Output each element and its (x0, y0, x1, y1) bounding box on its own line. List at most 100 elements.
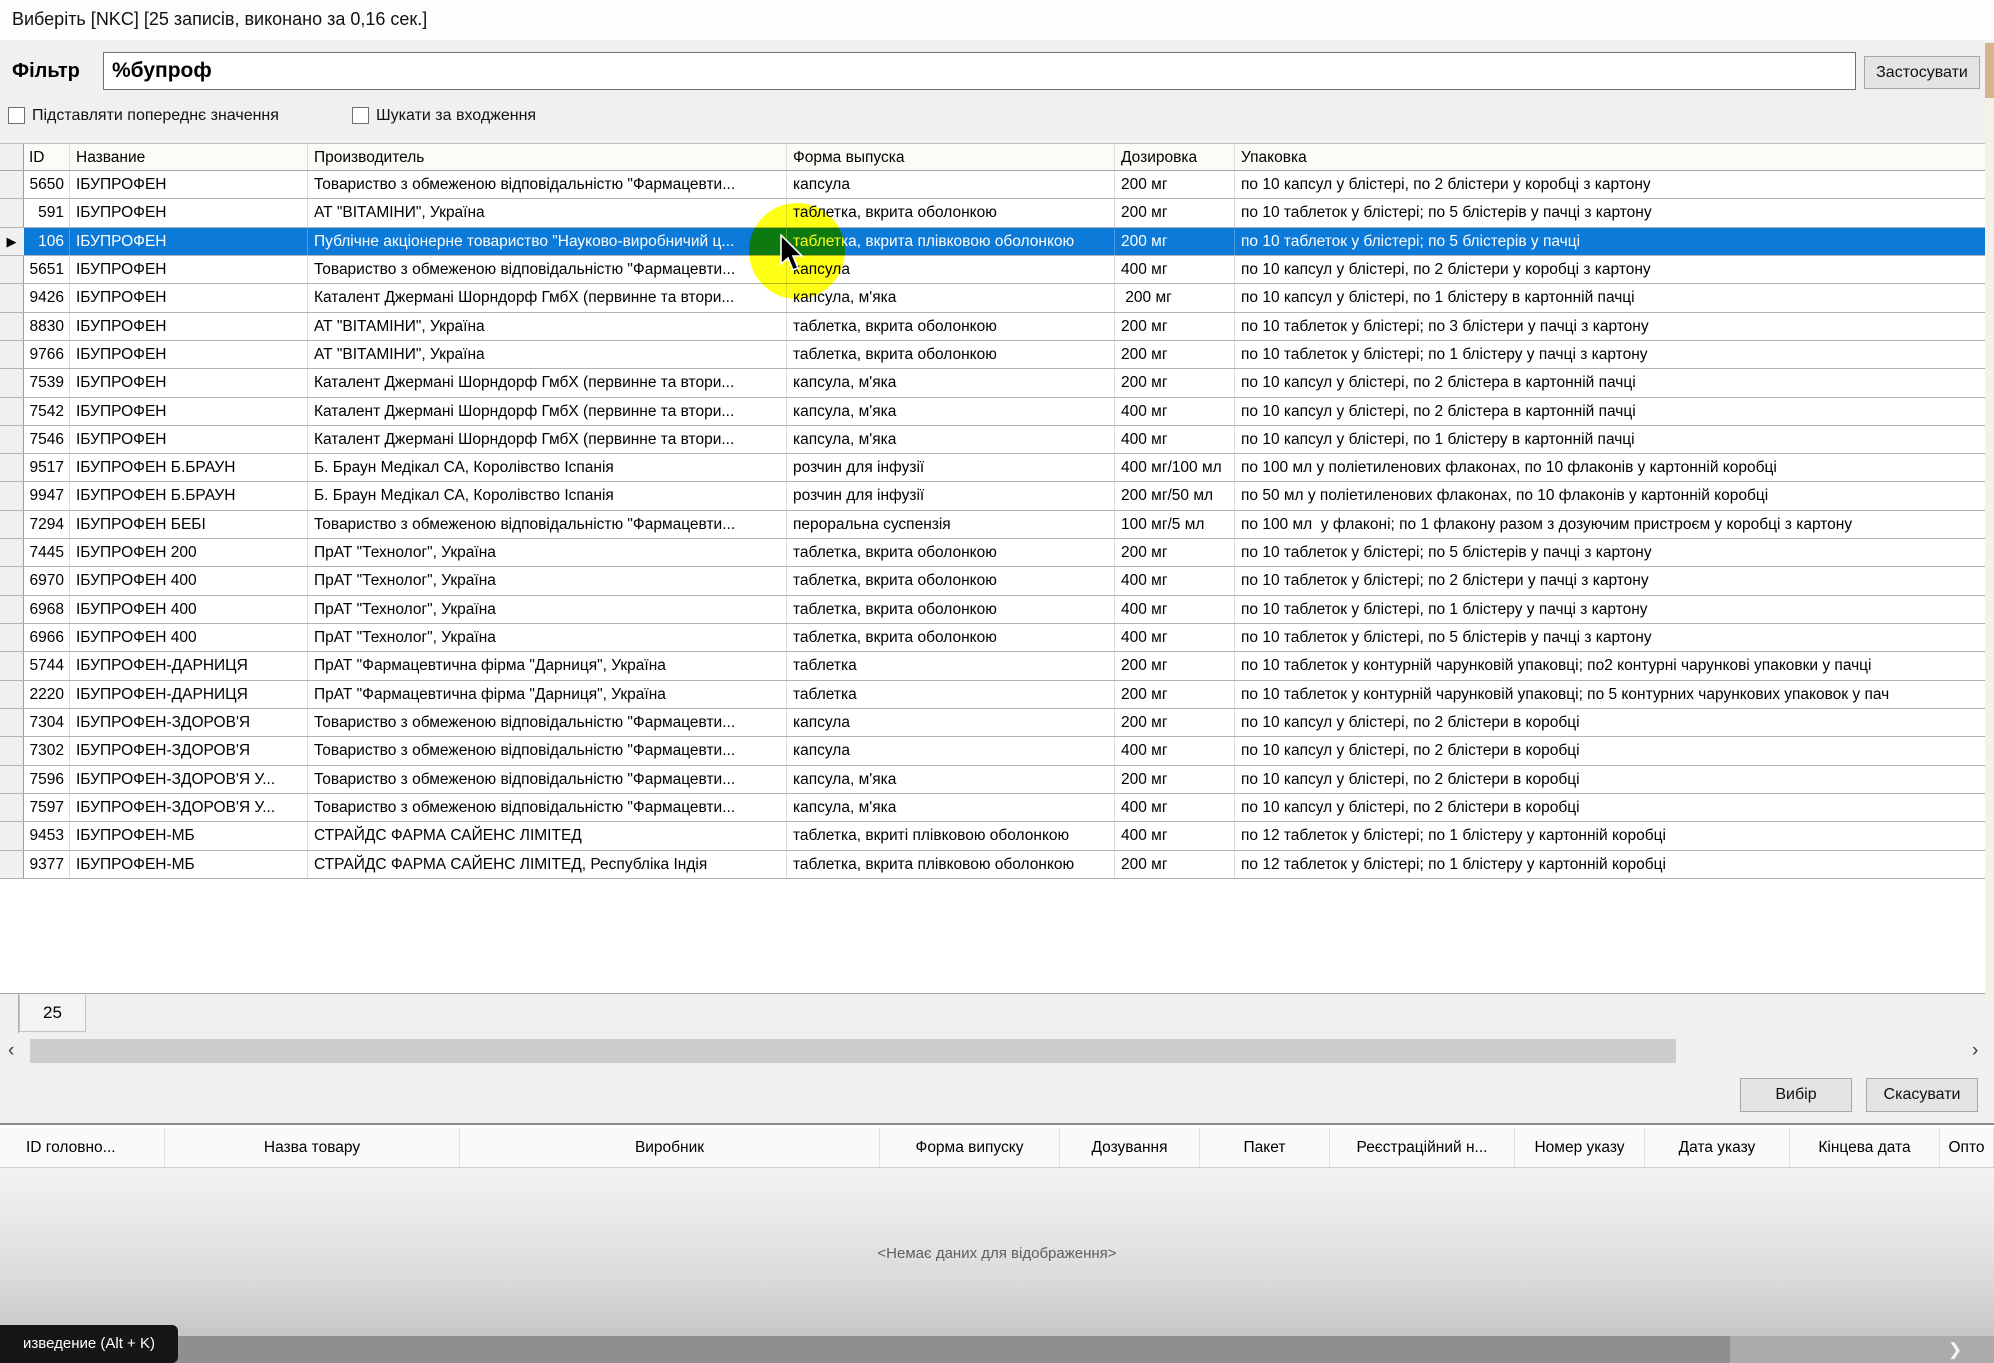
right-edge-sliver-top (1985, 43, 1994, 98)
cell-id: 7596 (24, 766, 70, 793)
table-row[interactable]: 7302ІБУПРОФЕН-ЗДОРОВ'ЯТовариство з обмеж… (0, 737, 1985, 765)
table-row[interactable]: 9377ІБУПРОФЕН-МБСТРАЙДС ФАРМА САЙЕНС ЛІМ… (0, 851, 1985, 879)
table-row[interactable]: 5744ІБУПРОФЕН-ДАРНИЦЯПрАТ "Фармацевтична… (0, 652, 1985, 680)
cell-pack: по 12 таблеток у блістері; по 1 блістеру… (1235, 851, 1985, 878)
table-row[interactable]: 9426ІБУПРОФЕНКаталент Джермані Шорндорф … (0, 284, 1985, 312)
cell-id: 7302 (24, 737, 70, 764)
cell-pack: по 50 мл у поліетиленових флаконах, по 1… (1235, 482, 1985, 509)
cell-name: ІБУПРОФЕН 400 (70, 567, 308, 594)
bottom-column-header[interactable]: Назва товару (165, 1128, 460, 1167)
cell-pack: по 10 таблеток у блістері, по 5 блістері… (1235, 624, 1985, 651)
table-row[interactable]: 7546ІБУПРОФЕНКаталент Джермані Шорндорф … (0, 426, 1985, 454)
table-row[interactable]: 7596ІБУПРОФЕН-ЗДОРОВ'Я У...Товариство з … (0, 766, 1985, 794)
bottom-column-header[interactable]: Кінцева дата (1790, 1128, 1940, 1167)
cell-producer: АТ "ВІТАМІНИ", Україна (308, 313, 787, 340)
bottom-column-header[interactable]: Форма випуску (880, 1128, 1060, 1167)
bottom-column-header[interactable]: Дозування (1060, 1128, 1200, 1167)
cell-name: ІБУПРОФЕН (70, 369, 308, 396)
cell-producer: Б. Браун Медікал СА, Королівство Іспанія (308, 454, 787, 481)
cell-name: ІБУПРОФЕН (70, 313, 308, 340)
bottom-column-header[interactable]: Номер указу (1515, 1128, 1645, 1167)
bottom-column-header[interactable]: Опто (1940, 1128, 1994, 1167)
bottom-column-header[interactable]: Реєстраційний н... (1330, 1128, 1515, 1167)
cell-producer: ПрАТ "Технолог", Україна (308, 624, 787, 651)
cell-id: 106 (24, 228, 70, 255)
cell-id: 7542 (24, 398, 70, 425)
table-row[interactable]: 7445ІБУПРОФЕН 200ПрАТ "Технолог", Україн… (0, 539, 1985, 567)
window-title: Виберіть [NKC] [25 записів, виконано за … (12, 9, 427, 30)
cell-name: ІБУПРОФЕН Б.БРАУН (70, 482, 308, 509)
table-row[interactable]: 591ІБУПРОФЕНАТ "ВІТАМІНИ", Українатаблет… (0, 199, 1985, 227)
mouse-cursor-icon (779, 234, 809, 279)
table-row[interactable]: 9947ІБУПРОФЕН Б.БРАУНБ. Браун Медікал СА… (0, 482, 1985, 510)
bottom-column-header[interactable]: ID головно... (22, 1128, 165, 1167)
row-marker-cell (0, 822, 24, 849)
player-tooltip: изведение (Alt + K) (0, 1325, 178, 1363)
cell-id: 9426 (24, 284, 70, 311)
cell-pack: по 10 капсул у блістері, по 2 блістери в… (1235, 794, 1985, 821)
table-row[interactable]: ▶106ІБУПРОФЕНПублічне акціонерне товарис… (0, 228, 1985, 256)
row-marker-cell (0, 398, 24, 425)
row-marker-cell (0, 596, 24, 623)
row-marker-cell (0, 171, 24, 198)
video-timeline-progress[interactable] (0, 1336, 1730, 1363)
horizontal-scrollbar-thumb[interactable] (30, 1039, 1676, 1063)
table-row[interactable]: 6970ІБУПРОФЕН 400ПрАТ "Технолог", Україн… (0, 567, 1985, 595)
column-header-producer[interactable]: Производитель (308, 144, 787, 170)
filter-input[interactable] (103, 52, 1856, 90)
cell-name: ІБУПРОФЕН-ЗДОРОВ'Я У... (70, 794, 308, 821)
column-header-form[interactable]: Форма выпуска (787, 144, 1115, 170)
table-row[interactable]: 6968ІБУПРОФЕН 400ПрАТ "Технолог", Україн… (0, 596, 1985, 624)
scroll-left-arrow-icon[interactable]: ‹ (8, 1037, 14, 1065)
right-edge-sliver (1985, 43, 1994, 1003)
record-count: 25 (19, 995, 86, 1032)
cell-form: таблетка (787, 652, 1115, 679)
horizontal-scrollbar[interactable]: ‹ › (0, 1037, 1994, 1065)
bottom-column-header[interactable]: Пакет (1200, 1128, 1330, 1167)
cell-name: ІБУПРОФЕН БЕБІ (70, 511, 308, 538)
cell-id: 5744 (24, 652, 70, 679)
cell-pack: по 10 таблеток у блістері, по 1 блістеру… (1235, 596, 1985, 623)
table-row[interactable]: 7597ІБУПРОФЕН-ЗДОРОВ'Я У...Товариство з … (0, 794, 1985, 822)
table-row[interactable]: 5650ІБУПРОФЕНТовариство з обмеженою відп… (0, 171, 1985, 199)
column-header-id[interactable]: ID (24, 144, 70, 170)
grid-selector-cell[interactable] (0, 144, 24, 170)
column-header-pack[interactable]: Упаковка (1235, 144, 1985, 170)
apply-button[interactable]: Застосувати (1864, 56, 1980, 89)
table-row[interactable]: 5651ІБУПРОФЕНТовариство з обмеженою відп… (0, 256, 1985, 284)
select-button[interactable]: Вибір (1740, 1078, 1852, 1112)
cell-dose: 400 мг (1115, 398, 1235, 425)
cancel-button[interactable]: Скасувати (1866, 1078, 1978, 1112)
cell-producer: ПрАТ "Технолог", Україна (308, 567, 787, 594)
table-row[interactable]: 7542ІБУПРОФЕНКаталент Джермані Шорндорф … (0, 398, 1985, 426)
table-row[interactable]: 2220ІБУПРОФЕН-ДАРНИЦЯПрАТ "Фармацевтична… (0, 681, 1985, 709)
scroll-right-arrow-icon[interactable]: › (1972, 1037, 1978, 1065)
search-occurrence-checkbox[interactable] (352, 107, 369, 124)
cell-form: капсула (787, 171, 1115, 198)
row-marker-cell (0, 737, 24, 764)
player-next-icon[interactable]: ❯ (1948, 1338, 1962, 1362)
cell-pack: по 10 таблеток у блістері; по 3 блістери… (1235, 313, 1985, 340)
bottom-column-header[interactable]: Виробник (460, 1128, 880, 1167)
cell-name: ІБУПРОФЕН (70, 426, 308, 453)
table-row[interactable]: 8830ІБУПРОФЕНАТ "ВІТАМІНИ", Українатабле… (0, 313, 1985, 341)
cell-id: 5650 (24, 171, 70, 198)
cell-producer: Публічне акціонерне товариство "Науково-… (308, 228, 787, 255)
cell-producer: АТ "ВІТАМІНИ", Україна (308, 199, 787, 226)
table-row[interactable]: 9766ІБУПРОФЕНАТ "ВІТАМІНИ", Українатабле… (0, 341, 1985, 369)
table-row[interactable]: 6966ІБУПРОФЕН 400ПрАТ "Технолог", Україн… (0, 624, 1985, 652)
video-timeline[interactable]: ❯ (0, 1336, 1994, 1363)
bottom-column-header[interactable]: Дата указу (1645, 1128, 1790, 1167)
cell-producer: Товариство з обмеженою відповідальністю … (308, 766, 787, 793)
column-header-dose[interactable]: Дозировка (1115, 144, 1235, 170)
substitute-previous-checkbox[interactable] (8, 107, 25, 124)
table-row[interactable]: 7539ІБУПРОФЕНКаталент Джермані Шорндорф … (0, 369, 1985, 397)
table-row[interactable]: 9453ІБУПРОФЕН-МБСТРАЙДС ФАРМА САЙЕНС ЛІМ… (0, 822, 1985, 850)
table-row[interactable]: 7304ІБУПРОФЕН-ЗДОРОВ'ЯТовариство з обмеж… (0, 709, 1985, 737)
cell-producer: ПрАТ "Технолог", Україна (308, 539, 787, 566)
column-header-name[interactable]: Название (70, 144, 308, 170)
table-row[interactable]: 9517ІБУПРОФЕН Б.БРАУНБ. Браун Медікал СА… (0, 454, 1985, 482)
cell-name: ІБУПРОФЕН Б.БРАУН (70, 454, 308, 481)
cell-dose: 400 мг (1115, 794, 1235, 821)
table-row[interactable]: 7294ІБУПРОФЕН БЕБІТовариство з обмеженою… (0, 511, 1985, 539)
